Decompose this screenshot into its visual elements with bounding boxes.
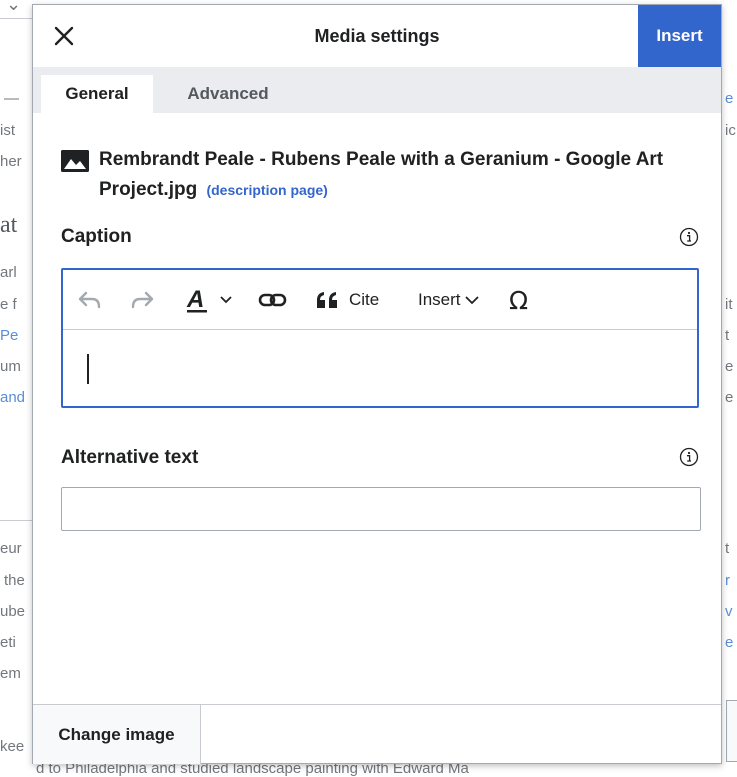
tab-general[interactable]: General bbox=[41, 75, 153, 113]
dialog-title: Media settings bbox=[314, 26, 440, 46]
bg-link: e bbox=[725, 634, 734, 651]
insert-button[interactable]: Insert bbox=[638, 5, 721, 67]
caption-toolbar: A Cite Insert Ω bbox=[63, 270, 697, 330]
svg-text:Ω: Ω bbox=[509, 286, 528, 314]
dialog-header: Media settings Insert bbox=[33, 5, 721, 67]
text-caret bbox=[87, 354, 89, 384]
bg-text: — bbox=[4, 90, 19, 107]
bg-text: eur bbox=[0, 540, 22, 557]
bg-text: em bbox=[0, 665, 21, 682]
bg-text: e bbox=[725, 358, 734, 375]
info-icon[interactable] bbox=[679, 447, 699, 472]
image-icon bbox=[61, 150, 89, 182]
info-icon[interactable] bbox=[679, 227, 699, 252]
bg-text: the bbox=[4, 572, 25, 589]
cite-label: Cite bbox=[349, 289, 380, 309]
bg-link: Pe bbox=[0, 327, 19, 344]
redo-icon bbox=[131, 291, 154, 308]
file-name: Rembrandt Peale - Rubens Peale with a Ge… bbox=[99, 149, 664, 200]
close-button[interactable] bbox=[33, 5, 95, 67]
undo-button[interactable] bbox=[77, 270, 103, 329]
svg-text:A: A bbox=[186, 286, 204, 313]
bg-text: t bbox=[725, 327, 730, 344]
caption-label: Caption bbox=[61, 226, 132, 247]
bg-text: ic bbox=[725, 122, 736, 139]
caption-editor: A Cite Insert Ω bbox=[61, 268, 699, 408]
alt-text-input[interactable] bbox=[61, 487, 701, 531]
alt-text-label: Alternative text bbox=[61, 447, 199, 468]
tab-bar: General Advanced bbox=[33, 67, 721, 113]
bg-text: ist bbox=[0, 122, 15, 139]
bg-text: kee bbox=[0, 738, 25, 755]
file-name-wrapper: Rembrandt Peale - Rubens Peale with a Ge… bbox=[61, 145, 701, 205]
chevron-down-icon bbox=[464, 295, 479, 304]
file-info: Rembrandt Peale - Rubens Peale with a Ge… bbox=[61, 145, 701, 205]
redo-button[interactable] bbox=[129, 270, 155, 329]
background-right-column: e ic it t e e t r v e bbox=[722, 0, 737, 773]
bg-text: her bbox=[0, 153, 22, 170]
undo-icon bbox=[78, 291, 101, 308]
insert-menu-label: Insert bbox=[418, 289, 461, 309]
bg-text: eti bbox=[0, 634, 16, 651]
bg-text: um bbox=[0, 358, 21, 375]
bg-link: r bbox=[725, 572, 730, 589]
text-style-icon: A bbox=[186, 286, 232, 313]
bg-link: and bbox=[0, 389, 26, 406]
bg-text: e bbox=[725, 389, 734, 406]
tab-advanced[interactable]: Advanced bbox=[163, 75, 293, 113]
caption-input[interactable] bbox=[63, 330, 697, 406]
quote-icon bbox=[317, 291, 337, 308]
dialog-footer: Change image bbox=[33, 704, 721, 764]
insert-menu-button[interactable]: Insert bbox=[418, 270, 480, 329]
link-icon bbox=[258, 293, 287, 306]
bg-text: ube bbox=[0, 603, 26, 620]
bg-link: v bbox=[725, 603, 733, 620]
change-image-button[interactable]: Change image bbox=[33, 705, 201, 764]
bg-text: arl bbox=[0, 264, 17, 281]
background-left-column: — ist her at arl e f Pe um and eur the u… bbox=[0, 0, 36, 773]
media-settings-dialog: Media settings Insert General Advanced R… bbox=[32, 4, 722, 764]
background-infobox-edge bbox=[726, 700, 737, 762]
special-character-button[interactable]: Ω bbox=[507, 270, 535, 329]
bg-link: e bbox=[725, 90, 734, 107]
text-style-button[interactable]: A bbox=[185, 270, 235, 329]
bg-text: e f bbox=[0, 296, 17, 313]
bg-text: t bbox=[725, 540, 730, 557]
link-button[interactable] bbox=[258, 270, 288, 329]
bg-heading: at bbox=[0, 212, 18, 238]
close-icon bbox=[54, 26, 74, 46]
cite-button[interactable]: Cite bbox=[315, 270, 379, 329]
description-page-link[interactable]: (description page) bbox=[206, 182, 327, 198]
omega-icon: Ω bbox=[509, 286, 528, 314]
bg-text: it bbox=[725, 296, 733, 313]
